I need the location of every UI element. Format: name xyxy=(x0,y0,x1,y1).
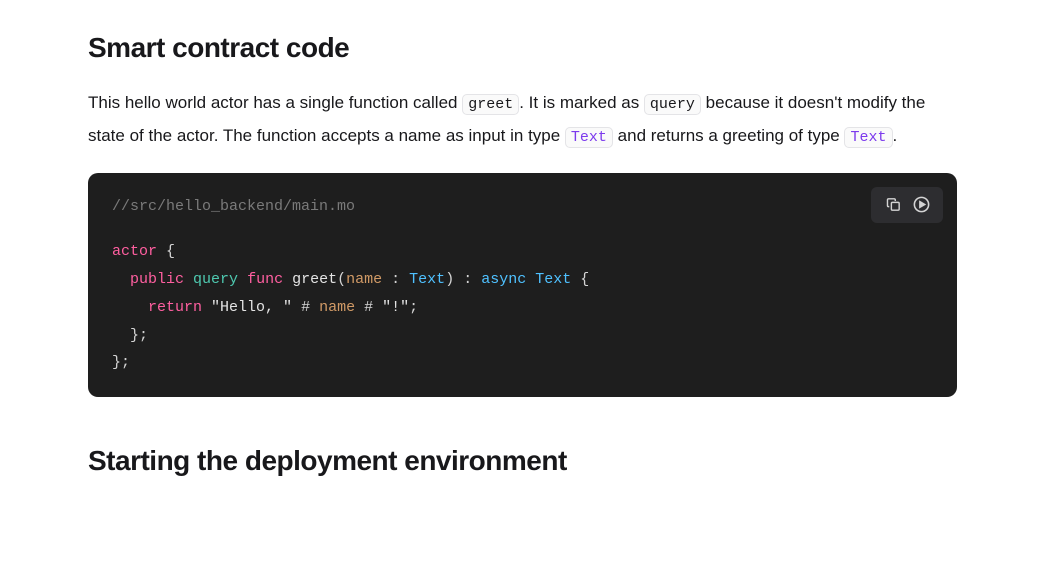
token-keyword: actor xyxy=(112,243,157,260)
token-keyword: return xyxy=(148,299,202,316)
token-operator: # xyxy=(292,299,319,316)
token-type: Text xyxy=(535,271,571,288)
token-punct: }; xyxy=(112,354,130,371)
token-operator: # xyxy=(355,299,382,316)
code-line: }; xyxy=(112,349,933,377)
code-line: return "Hello, " # name # "!"; xyxy=(112,294,933,322)
code-line: actor { xyxy=(112,238,933,266)
token-string: "!" xyxy=(382,299,409,316)
intro-paragraph: This hello world actor has a single func… xyxy=(88,86,957,153)
inline-code-text-type-1: Text xyxy=(565,127,613,148)
code-actions-toolbar xyxy=(871,187,943,223)
copy-icon xyxy=(885,196,902,213)
copy-button[interactable] xyxy=(879,193,907,217)
text-fragment: and returns a greeting of type xyxy=(613,126,845,145)
code-line: }; xyxy=(112,322,933,350)
run-button[interactable] xyxy=(907,193,935,217)
token-punct: : xyxy=(382,271,409,288)
token-ident: greet xyxy=(292,271,337,288)
token-string: "Hello, " xyxy=(211,299,292,316)
token-keyword: func xyxy=(247,271,283,288)
code-file-path-comment: //src/hello_backend/main.mo xyxy=(112,193,933,221)
token-indent xyxy=(112,271,130,288)
text-fragment: . xyxy=(893,126,898,145)
token-indent xyxy=(112,299,148,316)
play-circle-icon xyxy=(912,195,931,214)
token-ident: name xyxy=(319,299,355,316)
token-type: Text xyxy=(409,271,445,288)
inline-code-query: query xyxy=(644,94,701,115)
token-space xyxy=(238,271,247,288)
code-line: public query func greet(name : Text) : a… xyxy=(112,266,933,294)
token-space xyxy=(202,299,211,316)
token-punct: { xyxy=(157,243,175,260)
section-heading-smart-contract: Smart contract code xyxy=(88,32,957,64)
text-fragment: This hello world actor has a single func… xyxy=(88,93,462,112)
token-keyword: query xyxy=(193,271,238,288)
token-space xyxy=(526,271,535,288)
token-keyword: async xyxy=(481,271,526,288)
inline-code-greet: greet xyxy=(462,94,519,115)
token-punct: ; xyxy=(409,299,418,316)
token-space xyxy=(283,271,292,288)
text-fragment: . It is marked as xyxy=(519,93,644,112)
inline-code-text-type-2: Text xyxy=(844,127,892,148)
section-heading-deployment: Starting the deployment environment xyxy=(88,445,957,477)
token-param: name xyxy=(346,271,382,288)
token-punct: ( xyxy=(337,271,346,288)
token-punct: : xyxy=(454,271,481,288)
code-block: //src/hello_backend/main.mo actor { publ… xyxy=(88,173,957,398)
token-keyword: public xyxy=(130,271,184,288)
token-punct: { xyxy=(571,271,589,288)
token-punct: ) xyxy=(445,271,454,288)
token-space xyxy=(184,271,193,288)
token-punct: }; xyxy=(112,327,148,344)
